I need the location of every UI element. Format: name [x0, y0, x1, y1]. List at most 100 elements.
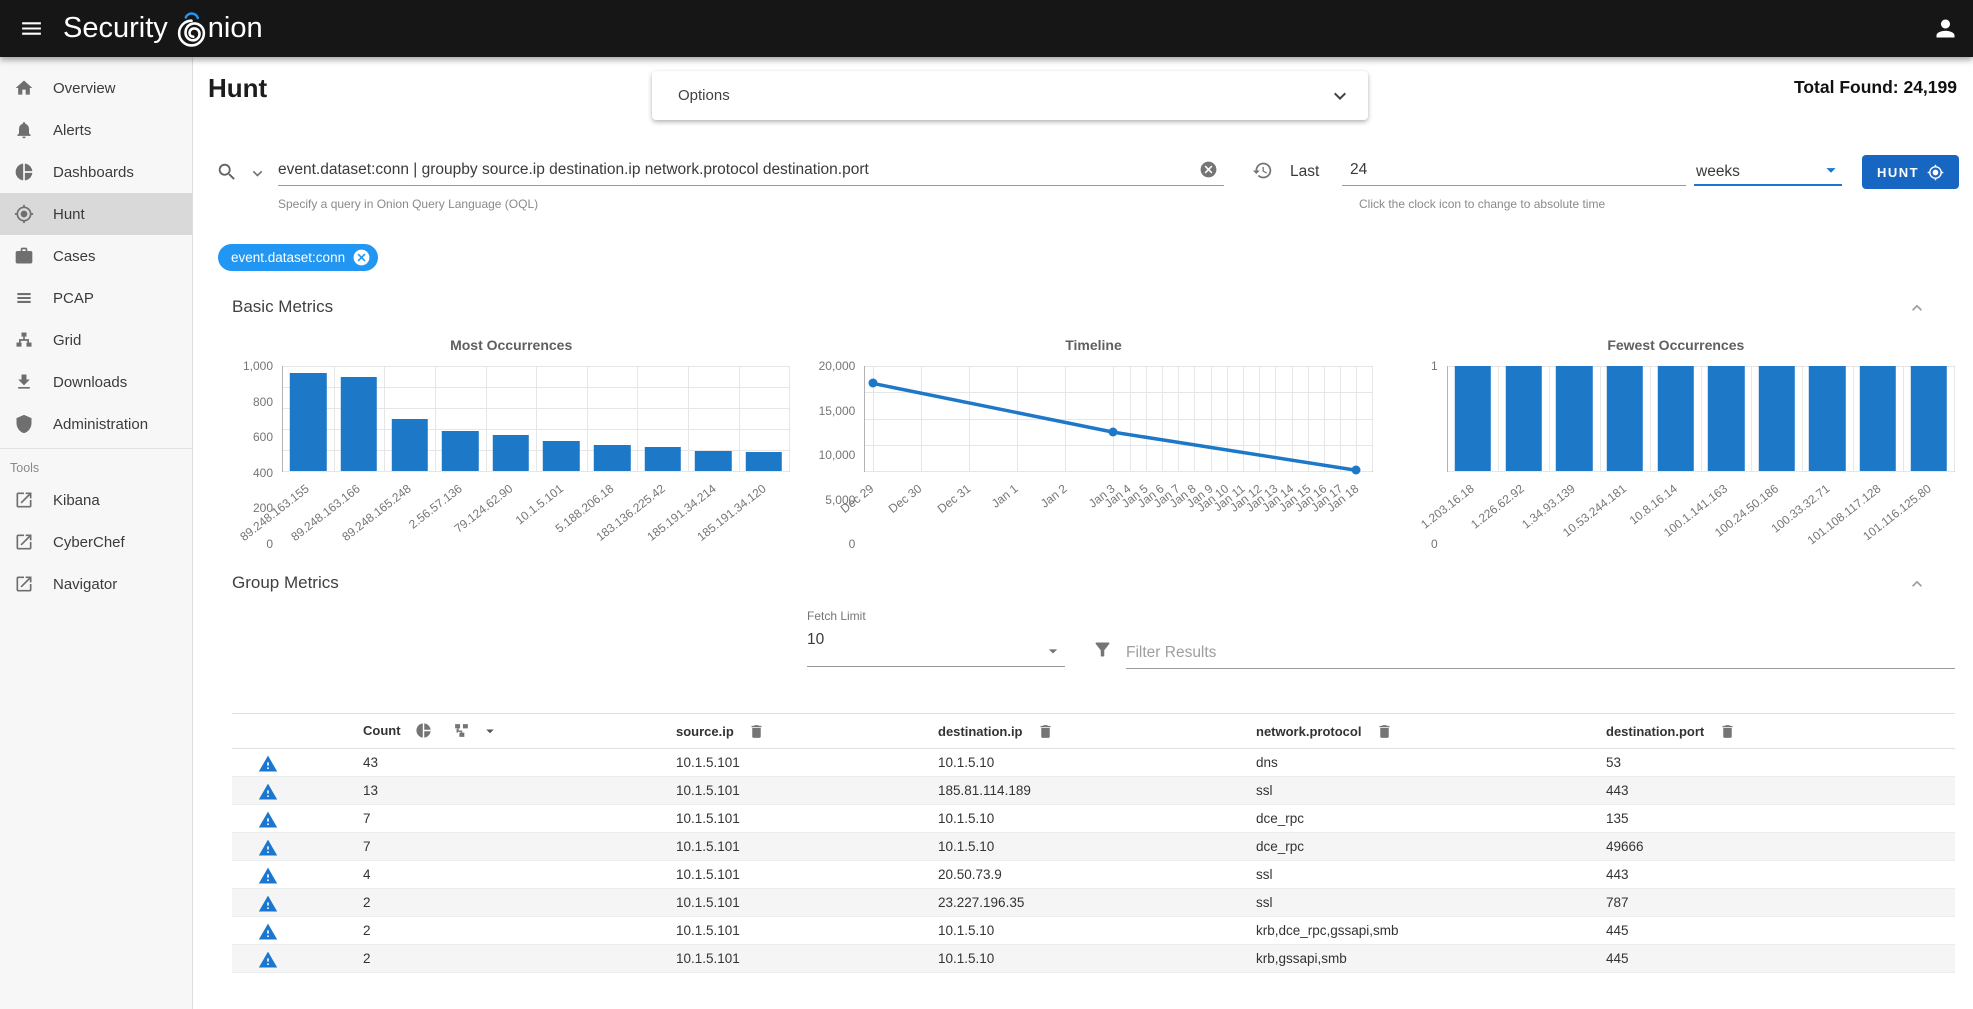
- cell-count[interactable]: 43: [347, 749, 660, 777]
- table-row[interactable]: 710.1.5.10110.1.5.10dce_rpc49666: [232, 833, 1955, 861]
- delete-column-icon[interactable]: [748, 723, 765, 740]
- cell-source-ip[interactable]: 10.1.5.101: [660, 945, 922, 973]
- sidebar-item-grid[interactable]: Grid: [0, 319, 192, 361]
- cell-source-ip[interactable]: 10.1.5.101: [660, 917, 922, 945]
- table-row[interactable]: 710.1.5.10110.1.5.10dce_rpc135: [232, 805, 1955, 833]
- table-row[interactable]: 1310.1.5.101185.81.114.189ssl443: [232, 777, 1955, 805]
- search-icon[interactable]: [216, 161, 238, 183]
- cell-destination-port[interactable]: 443: [1590, 861, 1955, 889]
- query-input[interactable]: [278, 153, 1224, 186]
- security-onion-logo[interactable]: Security nion: [63, 8, 263, 50]
- cell-source-ip[interactable]: 10.1.5.101: [660, 889, 922, 917]
- collapse-basic-metrics-button[interactable]: [1907, 298, 1927, 318]
- sidebar-item-overview[interactable]: Overview: [0, 67, 192, 109]
- cell-network-protocol[interactable]: ssl: [1240, 777, 1590, 805]
- cell-network-protocol[interactable]: ssl: [1240, 861, 1590, 889]
- user-menu-button[interactable]: [1932, 15, 1959, 42]
- cell-network-protocol[interactable]: ssl: [1240, 889, 1590, 917]
- event-actions-cell[interactable]: [232, 777, 347, 805]
- cell-count[interactable]: 2: [347, 917, 660, 945]
- cell-source-ip[interactable]: 10.1.5.101: [660, 777, 922, 805]
- cell-count[interactable]: 7: [347, 833, 660, 861]
- event-actions-cell[interactable]: [232, 917, 347, 945]
- cell-destination-port[interactable]: 49666: [1590, 833, 1955, 861]
- cell-source-ip[interactable]: 10.1.5.101: [660, 833, 922, 861]
- cell-source-ip[interactable]: 10.1.5.101: [660, 861, 922, 889]
- cell-destination-ip[interactable]: 185.81.114.189: [922, 777, 1240, 805]
- table-row[interactable]: 210.1.5.10110.1.5.10krb,gssapi,smb445: [232, 945, 1955, 973]
- cell-destination-port[interactable]: 787: [1590, 889, 1955, 917]
- sidebar-item-downloads[interactable]: Downloads: [0, 361, 192, 403]
- cell-destination-ip[interactable]: 10.1.5.10: [922, 833, 1240, 861]
- sidebar-item-cases[interactable]: Cases: [0, 235, 192, 277]
- event-warning-icon[interactable]: [258, 866, 278, 886]
- cell-destination-port[interactable]: 445: [1590, 945, 1955, 973]
- sidebar-item-pcap[interactable]: PCAP: [0, 277, 192, 319]
- cell-destination-port[interactable]: 445: [1590, 917, 1955, 945]
- cell-destination-ip[interactable]: 10.1.5.10: [922, 917, 1240, 945]
- cell-network-protocol[interactable]: dce_rpc: [1240, 833, 1590, 861]
- cell-destination-port[interactable]: 53: [1590, 749, 1955, 777]
- sidebar-item-alerts[interactable]: Alerts: [0, 109, 192, 151]
- time-units-select[interactable]: weeks: [1694, 154, 1842, 186]
- event-warning-icon[interactable]: [258, 950, 278, 970]
- sidebar-item-hunt[interactable]: Hunt: [0, 193, 192, 235]
- event-actions-cell[interactable]: [232, 833, 347, 861]
- cell-destination-ip[interactable]: 20.50.73.9: [922, 861, 1240, 889]
- cell-destination-port[interactable]: 443: [1590, 777, 1955, 805]
- cell-network-protocol[interactable]: dce_rpc: [1240, 805, 1590, 833]
- cell-count[interactable]: 13: [347, 777, 660, 805]
- event-actions-cell[interactable]: [232, 749, 347, 777]
- relative-time-toggle-icon[interactable]: [1252, 160, 1273, 181]
- event-warning-icon[interactable]: [258, 810, 278, 830]
- event-warning-icon[interactable]: [258, 782, 278, 802]
- delete-column-icon[interactable]: [1719, 723, 1736, 740]
- cell-destination-ip[interactable]: 10.1.5.10: [922, 749, 1240, 777]
- event-actions-cell[interactable]: [232, 945, 347, 973]
- network-protocol-column-header[interactable]: network.protocol: [1240, 714, 1590, 749]
- destination-port-column-header[interactable]: destination.port: [1590, 714, 1955, 749]
- table-row[interactable]: 410.1.5.10120.50.73.9ssl443: [232, 861, 1955, 889]
- cell-count[interactable]: 7: [347, 805, 660, 833]
- collapse-group-metrics-button[interactable]: [1907, 574, 1927, 594]
- filter-results-input[interactable]: [1126, 638, 1955, 669]
- cell-count[interactable]: 2: [347, 945, 660, 973]
- delete-column-icon[interactable]: [1037, 723, 1054, 740]
- duration-input[interactable]: [1342, 153, 1686, 186]
- event-warning-icon[interactable]: [258, 894, 278, 914]
- event-actions-cell[interactable]: [232, 861, 347, 889]
- pie-chart-toggle-icon[interactable]: [415, 722, 432, 739]
- hamburger-menu-button[interactable]: [12, 10, 50, 48]
- sidebar-item-navigator[interactable]: Navigator: [0, 563, 192, 605]
- clear-query-icon[interactable]: [1199, 160, 1218, 179]
- hunt-button[interactable]: HUNT: [1862, 155, 1959, 189]
- sidebar-item-administration[interactable]: Administration: [0, 403, 192, 445]
- cell-source-ip[interactable]: 10.1.5.101: [660, 749, 922, 777]
- column-menu-caret-icon[interactable]: [481, 722, 499, 740]
- fetch-limit-select[interactable]: Fetch Limit 10: [807, 609, 1065, 667]
- sidebar-item-dashboards[interactable]: Dashboards: [0, 151, 192, 193]
- destination-ip-column-header[interactable]: destination.ip: [922, 714, 1240, 749]
- graph-view-icon[interactable]: [453, 722, 470, 739]
- cell-destination-ip[interactable]: 10.1.5.10: [922, 805, 1240, 833]
- cell-network-protocol[interactable]: dns: [1240, 749, 1590, 777]
- event-warning-icon[interactable]: [258, 838, 278, 858]
- table-row[interactable]: 4310.1.5.10110.1.5.10dns53: [232, 749, 1955, 777]
- cell-source-ip[interactable]: 10.1.5.101: [660, 805, 922, 833]
- filter-chip[interactable]: event.dataset:conn: [218, 244, 378, 271]
- cell-count[interactable]: 4: [347, 861, 660, 889]
- event-warning-icon[interactable]: [258, 754, 278, 774]
- event-warning-icon[interactable]: [258, 922, 278, 942]
- cell-destination-ip[interactable]: 10.1.5.10: [922, 945, 1240, 973]
- source-ip-column-header[interactable]: source.ip: [660, 714, 922, 749]
- options-expander[interactable]: Options: [652, 71, 1368, 120]
- cell-count[interactable]: 2: [347, 889, 660, 917]
- cell-destination-ip[interactable]: 23.227.196.35: [922, 889, 1240, 917]
- table-row[interactable]: 210.1.5.10110.1.5.10krb,dce_rpc,gssapi,s…: [232, 917, 1955, 945]
- remove-filter-icon[interactable]: [352, 248, 371, 267]
- sidebar-item-cyberchef[interactable]: CyberChef: [0, 521, 192, 563]
- query-history-chevron-icon[interactable]: [248, 164, 267, 183]
- event-actions-cell[interactable]: [232, 805, 347, 833]
- cell-network-protocol[interactable]: krb,dce_rpc,gssapi,smb: [1240, 917, 1590, 945]
- delete-column-icon[interactable]: [1376, 723, 1393, 740]
